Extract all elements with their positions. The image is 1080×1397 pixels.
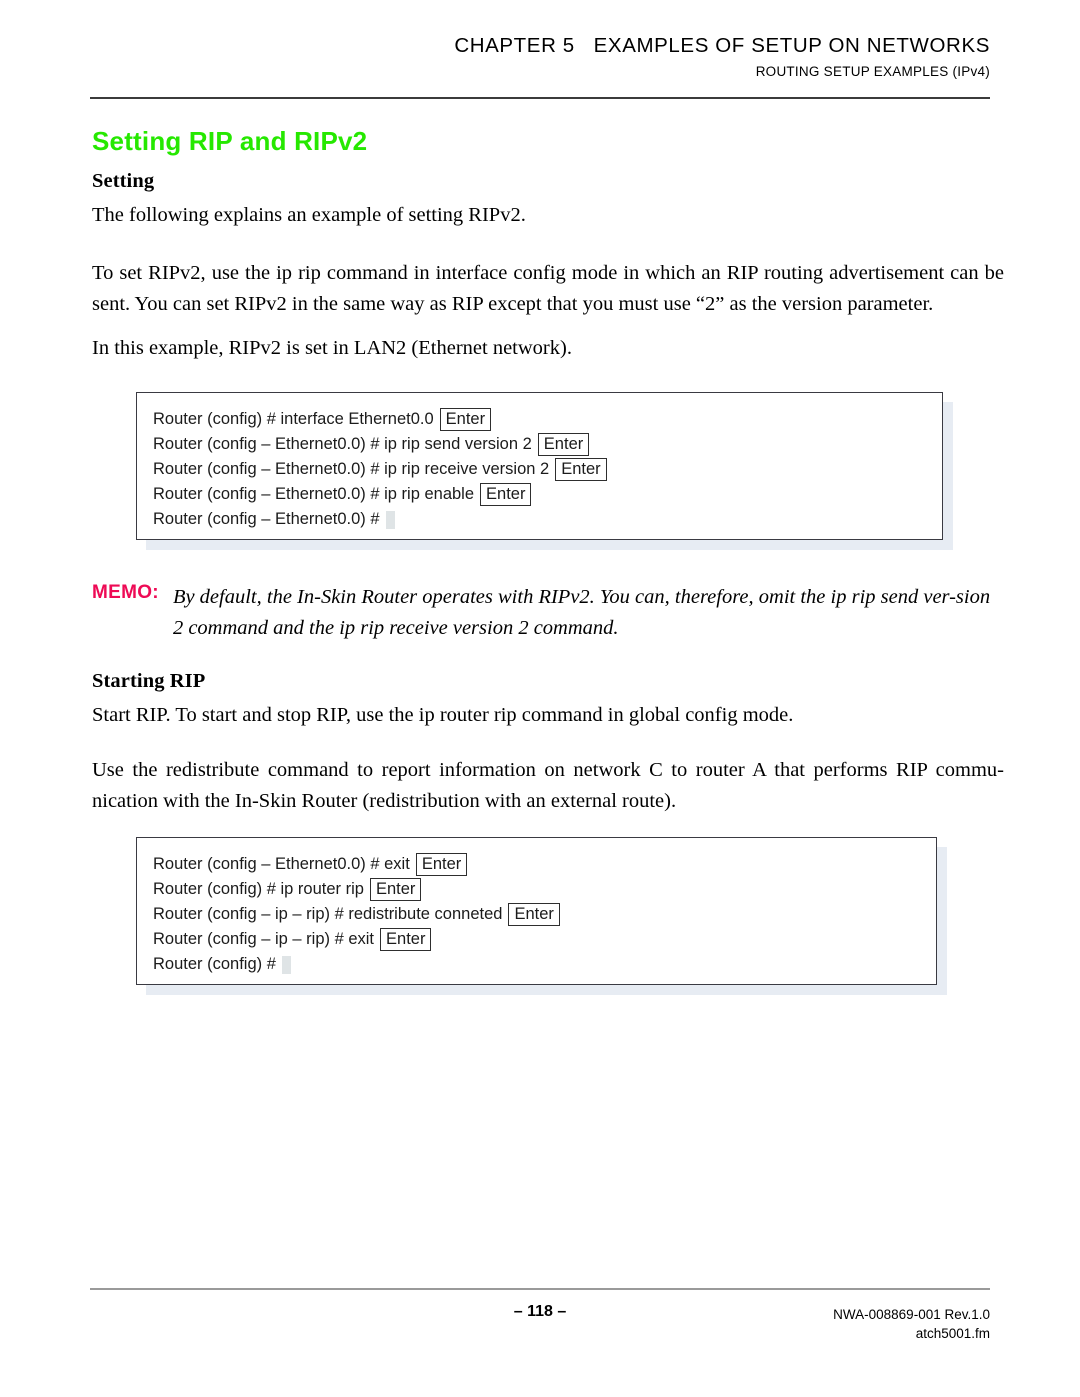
console-line-text: Router (config – ip – rip) # exit — [153, 930, 375, 948]
console-line-text: Router (config – Ethernet0.0) # ip rip r… — [153, 460, 550, 478]
paragraph-redistribute: Use the redistribute command to report i… — [92, 759, 1004, 812]
enter-keycap: Enter — [439, 408, 492, 431]
header-divider-rule — [90, 97, 990, 99]
console-line-text: Router (config) # interface Ethernet0.0 — [153, 410, 434, 428]
section-heading-starting-rip: Starting RIP — [92, 670, 206, 692]
paragraph-setting-detail: To set RIPv2, use the ip rip command in … — [92, 262, 1004, 315]
console-box-1: Router (config) # interface Ethernet0.0 … — [136, 392, 943, 540]
memo-text: By default, the In-Skin Router operates … — [172, 586, 991, 639]
console-line: Router (config) # ip router rip Enter — [153, 877, 936, 902]
enter-keycap: Enter — [480, 483, 532, 506]
console-line-text: Router (config – Ethernet0.0) # exit — [153, 855, 410, 873]
console-line: Router (config) # — [153, 952, 936, 977]
console-line: Router (config – Ethernet0.0) # ip rip e… — [153, 482, 942, 507]
footer-document-info: NWA-008869-001 Rev.1.0 atch5001.fm — [833, 1305, 990, 1343]
console-line: Router (config – ip – rip) # redistribut… — [153, 902, 936, 927]
console-line-text: Router (config – ip – rip) # redistribut… — [153, 905, 503, 923]
memo-callout: MEMO: By default, the In-Skin Router ope… — [92, 582, 1002, 644]
console-box-2-lines: Router (config – Ethernet0.0) # exit Ent… — [137, 838, 936, 991]
text-cursor-block — [281, 955, 291, 974]
console-line: Router (config – Ethernet0.0) # ip rip s… — [153, 432, 942, 457]
memo-label: MEMO: — [92, 582, 159, 603]
footer-file-name: atch5001.fm — [915, 1326, 990, 1341]
console-line: Router (config) # interface Ethernet0.0 … — [153, 407, 942, 432]
console-line: Router (config – ip – rip) # exit Enter — [153, 927, 936, 952]
console-line-text: Router (config – Ethernet0.0) # ip rip e… — [153, 485, 475, 503]
running-header: CHAPTER 5 EXAMPLES OF SETUP ON NETWORKS … — [90, 34, 990, 79]
console-line-text: Router (config – Ethernet0.0) # — [153, 510, 380, 528]
enter-keycap: Enter — [555, 458, 607, 481]
header-chapter-title: CHAPTER 5 EXAMPLES OF SETUP ON NETWORKS — [454, 34, 990, 57]
console-box-1-lines: Router (config) # interface Ethernet0.0 … — [137, 393, 942, 546]
footer-doc-id: NWA-008869-001 Rev.1.0 — [833, 1307, 990, 1322]
paragraph-setting-intro: The following explains an example of set… — [92, 204, 526, 226]
console-line: Router (config – Ethernet0.0) # — [153, 507, 942, 532]
console-line: Router (config – Ethernet0.0) # ip rip r… — [153, 457, 942, 482]
section-heading-setting: Setting — [92, 170, 155, 192]
enter-keycap: Enter — [508, 903, 560, 926]
console-line-text: Router (config – Ethernet0.0) # ip rip s… — [153, 435, 532, 453]
document-page: CHAPTER 5 EXAMPLES OF SETUP ON NETWORKS … — [0, 0, 1080, 1397]
console-line: Router (config – Ethernet0.0) # exit Ent… — [153, 852, 936, 877]
footer-divider-rule — [90, 1288, 990, 1290]
console-line-text: Router (config) # ip router rip — [153, 880, 364, 898]
enter-keycap: Enter — [537, 433, 590, 456]
header-subtitle: ROUTING SETUP EXAMPLES (IPv4) — [755, 64, 990, 80]
enter-keycap: Enter — [369, 878, 422, 901]
console-box-2: Router (config – Ethernet0.0) # exit Ent… — [136, 837, 937, 985]
enter-keycap: Enter — [415, 853, 468, 876]
page-title: Setting RIP and RIPv2 — [92, 126, 368, 156]
console-line-text: Router (config) # — [153, 955, 276, 973]
text-cursor-block — [385, 510, 395, 529]
paragraph-setting-example: In this example, RIPv2 is set in LAN2 (E… — [92, 337, 572, 359]
paragraph-starting-rip-intro: Start RIP. To start and stop RIP, use th… — [92, 704, 794, 726]
enter-keycap: Enter — [380, 928, 432, 951]
